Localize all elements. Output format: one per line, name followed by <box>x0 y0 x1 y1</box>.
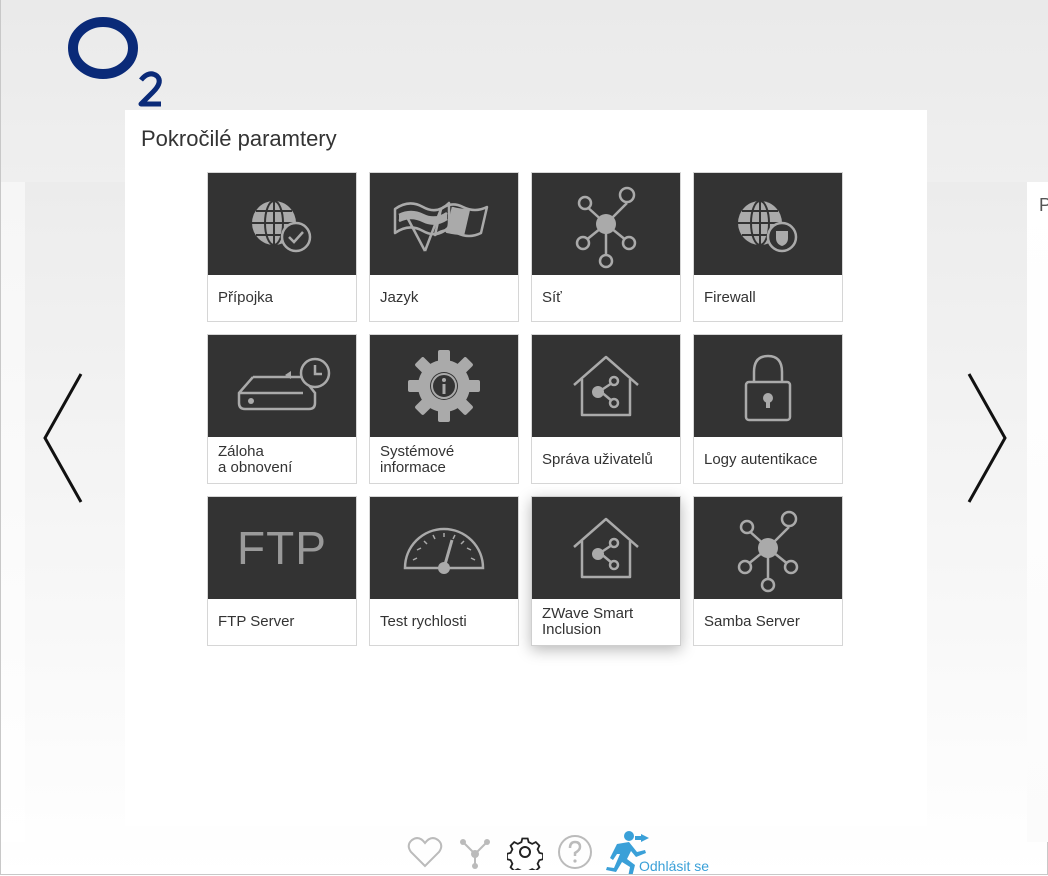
tile-logy-autentikace[interactable]: Logy autentikace <box>693 334 843 484</box>
backup-clock-icon <box>208 335 356 437</box>
tile-jazyk[interactable]: Jazyk <box>369 172 519 322</box>
help-icon[interactable] <box>557 834 593 870</box>
tile-zaloha[interactable]: Záloha a obnovení <box>207 334 357 484</box>
heart-icon[interactable] <box>407 834 443 870</box>
o2-logo <box>68 17 162 107</box>
ftp-icon-text: FTP <box>237 522 327 574</box>
tile-label: Správa uživatelů <box>542 451 653 468</box>
tile-sit[interactable]: Síť <box>531 172 681 322</box>
tile-label: ZWave Smart Inclusion <box>542 605 634 638</box>
tile-systemove-informace[interactable]: Systémové informace <box>369 334 519 484</box>
tile-samba-server[interactable]: Samba Server <box>693 496 843 646</box>
tile-sprava-uzivatelu[interactable]: Správa uživatelů <box>531 334 681 484</box>
left-side-panel <box>1 182 25 842</box>
globe-shield-icon <box>694 173 842 275</box>
tile-label: Záloha a obnovení <box>218 443 293 476</box>
app-frame: P Pokročilé paramtery Přípojka Jazyk Síť… <box>0 0 1048 875</box>
page-title: Pokročilé paramtery <box>141 126 337 151</box>
tile-ftp-server[interactable]: FTP FTP Server <box>207 496 357 646</box>
tile-label: Firewall <box>704 289 756 306</box>
tile-firewall[interactable]: Firewall <box>693 172 843 322</box>
advanced-settings-panel: Pokročilé paramtery Přípojka Jazyk Síť F… <box>125 110 927 826</box>
flags-icon <box>370 173 518 275</box>
tile-label: Síť <box>542 289 562 306</box>
house-nodes-icon <box>532 335 680 437</box>
logout-label: Odhlásit se <box>639 858 710 874</box>
tile-pripojka[interactable]: Přípojka <box>207 172 357 322</box>
tile-label: FTP Server <box>218 613 295 630</box>
speedometer-icon <box>370 497 518 599</box>
network-nodes-icon <box>532 173 680 275</box>
ftp-text-icon: FTP <box>208 497 356 599</box>
globe-check-icon <box>208 173 356 275</box>
tile-zwave-smart-inclusion[interactable]: ZWave Smart Inclusion <box>531 496 681 646</box>
network-icon[interactable] <box>457 834 493 870</box>
house-nodes-icon <box>532 497 680 599</box>
gear-info-icon <box>370 335 518 437</box>
right-side-panel <box>1027 182 1048 842</box>
network-nodes-icon <box>694 497 842 599</box>
tile-label: Jazyk <box>380 289 419 306</box>
footer-bar: Odhlásit se <box>1 826 1048 876</box>
tile-label: Samba Server <box>704 613 800 630</box>
gear-icon[interactable] <box>507 834 543 870</box>
tile-test-rychlosti[interactable]: Test rychlosti <box>369 496 519 646</box>
tile-label: Test rychlosti <box>380 613 467 630</box>
padlock-icon <box>694 335 842 437</box>
next-panel-peek-text: P <box>1039 195 1048 215</box>
logout-button[interactable]: Odhlásit se <box>603 828 723 874</box>
tile-label: Logy autentikace <box>704 451 818 468</box>
next-page-arrow-icon[interactable] <box>967 372 1009 504</box>
previous-page-arrow-icon[interactable] <box>41 372 83 504</box>
tile-label: Přípojka <box>218 289 274 306</box>
tile-label: Systémové informace <box>380 443 455 476</box>
